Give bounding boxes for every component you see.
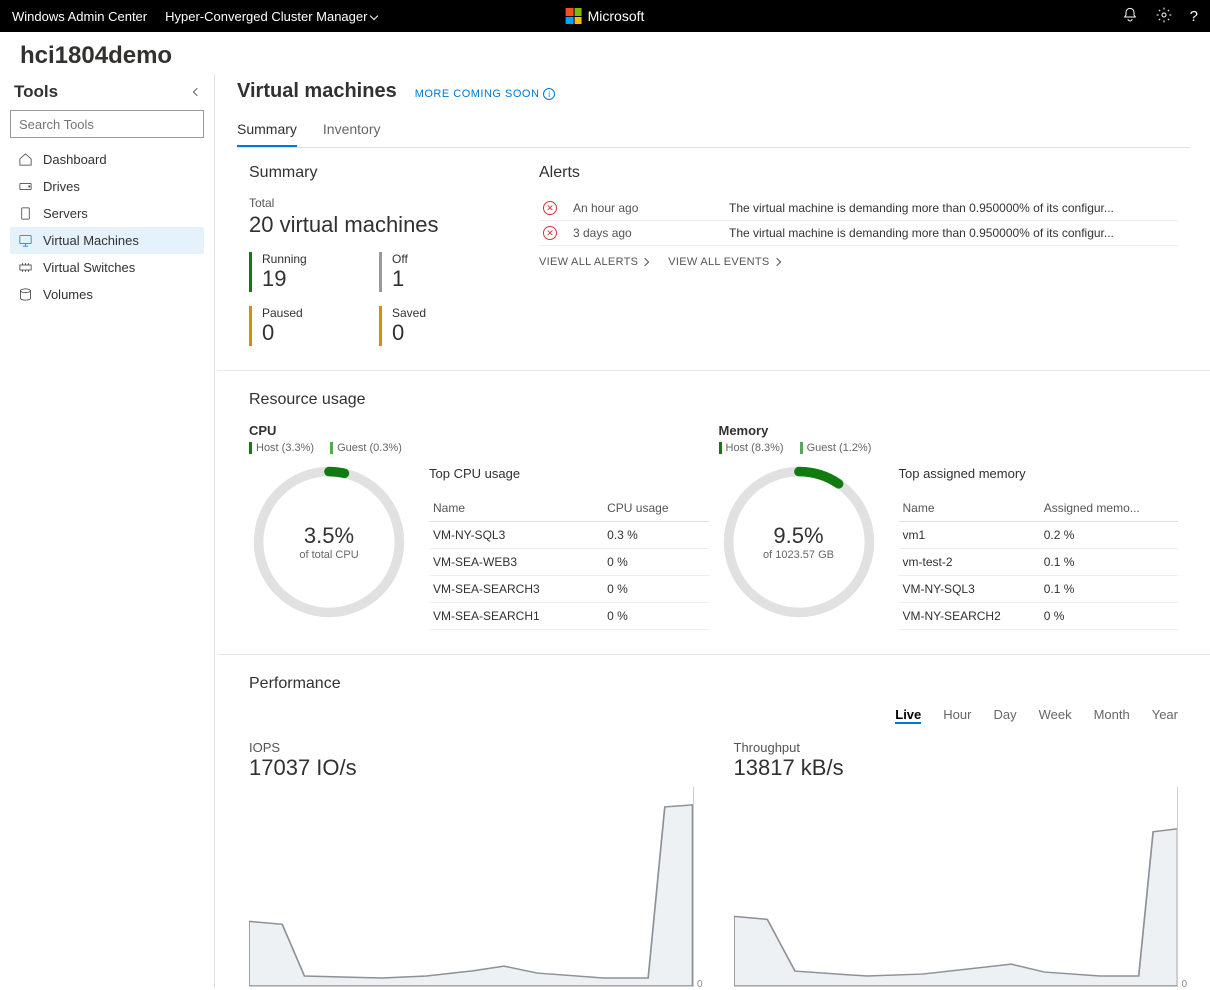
chevron-down-icon: [370, 12, 378, 20]
tools-heading: Tools: [14, 82, 58, 102]
help-icon[interactable]: ?: [1190, 8, 1198, 25]
error-icon: ✕: [543, 226, 557, 240]
drive-icon: [18, 179, 33, 194]
sidebar-item-virtual-machines[interactable]: Virtual Machines: [10, 227, 204, 254]
top-memory-table: NameAssigned memo... vm10.2 % vm-test-20…: [899, 495, 1179, 630]
alert-row[interactable]: ✕ An hour ago The virtual machine is dem…: [539, 196, 1178, 221]
sidebar-item-label: Virtual Switches: [43, 260, 135, 275]
range-live[interactable]: Live: [895, 707, 921, 724]
alerts-heading: Alerts: [539, 164, 1178, 182]
context-label: Hyper-Converged Cluster Manager: [165, 9, 367, 24]
iops-chart: 0: [249, 787, 694, 987]
stat-paused: Paused0: [249, 306, 369, 346]
stat-running: Running19: [249, 252, 369, 292]
sidebar-item-label: Servers: [43, 206, 88, 221]
chevron-right-icon: [772, 258, 780, 266]
tab-inventory[interactable]: Inventory: [323, 113, 381, 147]
switch-icon: [18, 260, 33, 275]
sidebar-item-dashboard[interactable]: Dashboard: [10, 146, 204, 173]
notifications-icon[interactable]: [1122, 7, 1138, 26]
vm-icon: [18, 233, 33, 248]
range-year[interactable]: Year: [1152, 707, 1178, 724]
table-row[interactable]: VM-NY-SQL30.1 %: [899, 576, 1179, 603]
top-cpu-title: Top CPU usage: [429, 466, 709, 481]
sidebar-item-virtual-switches[interactable]: Virtual Switches: [10, 254, 204, 281]
settings-icon[interactable]: [1156, 7, 1172, 26]
more-label: MORE COMING SOON: [415, 88, 540, 100]
cpu-block: CPU Host (3.3%) Guest (0.3%) 3.5%of tota…: [249, 423, 709, 630]
summary-total-value: 20 virtual machines: [249, 212, 509, 238]
table-row[interactable]: VM-NY-SEARCH20 %: [899, 603, 1179, 630]
throughput-label: Throughput: [734, 740, 1179, 755]
top-bar: Windows Admin Center Hyper-Converged Clu…: [0, 0, 1210, 32]
server-icon: [18, 206, 33, 221]
search-tools-input[interactable]: [19, 117, 195, 132]
sidebar-item-label: Virtual Machines: [43, 233, 139, 248]
app-brand[interactable]: Windows Admin Center: [12, 9, 147, 24]
search-tools[interactable]: [10, 110, 204, 138]
alert-message: The virtual machine is demanding more th…: [729, 226, 1174, 240]
sidebar-item-label: Drives: [43, 179, 80, 194]
iops-label: IOPS: [249, 740, 694, 755]
view-all-alerts-link[interactable]: VIEW ALL ALERTS: [539, 256, 648, 268]
iops-value: 17037 IO/s: [249, 755, 694, 781]
summary-total-label: Total: [249, 196, 509, 210]
memory-title: Memory: [719, 423, 1179, 438]
tabs: Summary Inventory: [237, 113, 1190, 148]
sidebar: Tools Dashboard Drives Servers Virtual M…: [0, 74, 215, 988]
alert-time: 3 days ago: [573, 226, 713, 240]
chevron-right-icon: [641, 258, 649, 266]
collapse-sidebar-icon[interactable]: [193, 88, 201, 96]
range-hour[interactable]: Hour: [943, 707, 971, 724]
microsoft-label: Microsoft: [588, 8, 645, 24]
view-all-events-link[interactable]: VIEW ALL EVENTS: [668, 256, 779, 268]
summary-heading: Summary: [249, 164, 509, 182]
throughput-block: Throughput 13817 kB/s 0 60 Seconds agoNo…: [734, 740, 1179, 988]
top-cpu-table: NameCPU usage VM-NY-SQL30.3 % VM-SEA-WEB…: [429, 495, 709, 630]
stat-off: Off1: [379, 252, 499, 292]
stat-saved: Saved0: [379, 306, 499, 346]
alert-message: The virtual machine is demanding more th…: [729, 201, 1174, 215]
range-week[interactable]: Week: [1039, 707, 1072, 724]
iops-block: IOPS 17037 IO/s 0 60 Seconds agoNow: [249, 740, 694, 988]
time-range-tabs: Live Hour Day Week Month Year: [249, 707, 1178, 724]
table-row[interactable]: VM-NY-SQL30.3 %: [429, 522, 709, 549]
table-row[interactable]: VM-SEA-SEARCH10 %: [429, 603, 709, 630]
resource-usage-heading: Resource usage: [249, 391, 1178, 409]
table-row[interactable]: VM-SEA-WEB30 %: [429, 549, 709, 576]
cpu-gauge: 3.5%of total CPU: [249, 462, 409, 622]
memory-block: Memory Host (8.3%) Guest (1.2%) 9.5%of 1…: [719, 423, 1179, 630]
performance-heading: Performance: [249, 675, 1178, 693]
memory-gauge: 9.5%of 1023.57 GB: [719, 462, 879, 622]
throughput-value: 13817 kB/s: [734, 755, 1179, 781]
table-row[interactable]: VM-SEA-SEARCH30 %: [429, 576, 709, 603]
top-memory-title: Top assigned memory: [899, 466, 1179, 481]
alert-row[interactable]: ✕ 3 days ago The virtual machine is dema…: [539, 221, 1178, 246]
throughput-chart: 0: [734, 787, 1179, 987]
microsoft-logo-icon: [566, 8, 582, 24]
alert-time: An hour ago: [573, 201, 713, 215]
tab-summary[interactable]: Summary: [237, 113, 297, 147]
cpu-title: CPU: [249, 423, 709, 438]
volume-icon: [18, 287, 33, 302]
range-day[interactable]: Day: [993, 707, 1016, 724]
error-icon: ✕: [543, 201, 557, 215]
sidebar-item-label: Dashboard: [43, 152, 107, 167]
sidebar-item-servers[interactable]: Servers: [10, 200, 204, 227]
info-icon: i: [543, 88, 555, 100]
more-coming-soon-link[interactable]: MORE COMING SOON i: [415, 88, 556, 100]
range-month[interactable]: Month: [1094, 707, 1130, 724]
page-title: Virtual machines: [237, 80, 397, 103]
cluster-title: hci1804demo: [0, 32, 1210, 74]
main-content: Virtual machines MORE COMING SOON i Summ…: [215, 74, 1210, 988]
sidebar-item-drives[interactable]: Drives: [10, 173, 204, 200]
context-switcher[interactable]: Hyper-Converged Cluster Manager: [165, 9, 377, 24]
table-row[interactable]: vm-test-20.1 %: [899, 549, 1179, 576]
sidebar-item-volumes[interactable]: Volumes: [10, 281, 204, 308]
sidebar-item-label: Volumes: [43, 287, 93, 302]
home-icon: [18, 152, 33, 167]
table-row[interactable]: vm10.2 %: [899, 522, 1179, 549]
microsoft-logo: Microsoft: [566, 8, 645, 24]
